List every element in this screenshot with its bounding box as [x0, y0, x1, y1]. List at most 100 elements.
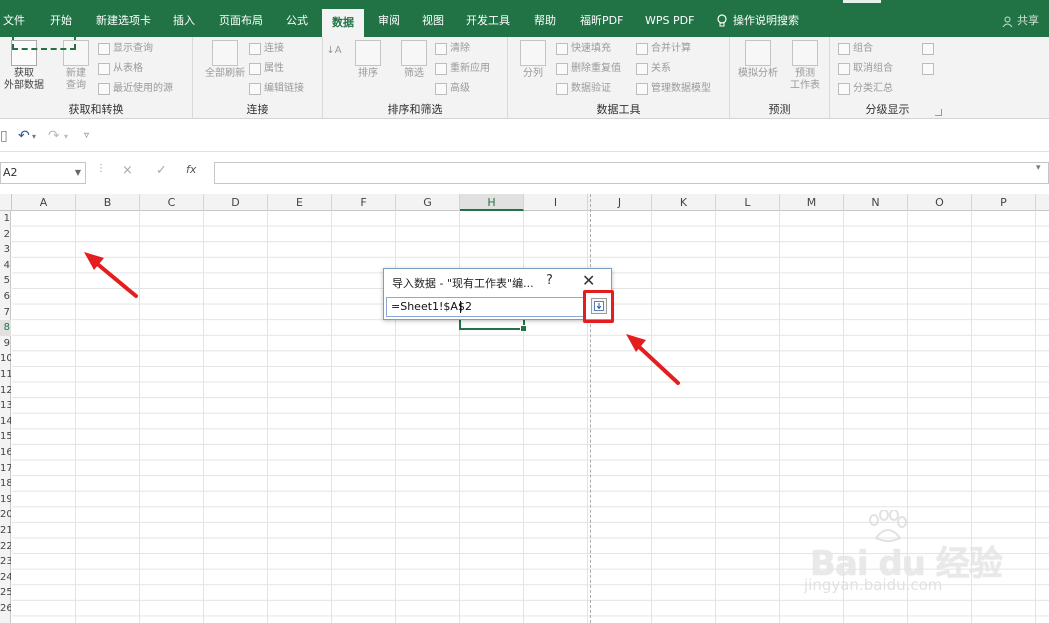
forecast-sheet-button[interactable]: 预测 工作表 [784, 40, 826, 92]
customize-qat-icon[interactable]: ▿ [84, 130, 89, 141]
row-header-22[interactable]: 22 [0, 539, 11, 555]
column-header-o[interactable]: O [908, 194, 972, 211]
row-header-23[interactable]: 23 [0, 554, 11, 570]
help-icon[interactable]: ? [546, 273, 553, 288]
what-if-analysis-button[interactable]: 模拟分析 [734, 40, 782, 80]
row-header-14[interactable]: 14 [0, 414, 11, 430]
column-header-c[interactable]: C [140, 194, 204, 211]
row-header-20[interactable]: 20 [0, 507, 11, 523]
undo-icon[interactable]: ↶ [18, 128, 30, 144]
redo-icon[interactable]: ↷ [48, 128, 60, 144]
column-header-n[interactable]: N [844, 194, 908, 211]
tab-tell-me[interactable]: 操作说明搜索 [717, 10, 799, 32]
share-button[interactable]: 共享 [1002, 10, 1039, 32]
reapply-button[interactable]: 重新应用 [435, 60, 490, 78]
row-header-25[interactable]: 25 [0, 585, 11, 601]
column-header-g[interactable]: G [396, 194, 460, 211]
column-header-e[interactable]: E [268, 194, 332, 211]
column-header-h[interactable]: H [460, 194, 524, 211]
reference-input[interactable]: =Sheet1!$A$2 [386, 297, 584, 317]
cancel-icon[interactable]: × [122, 163, 133, 178]
insert-function-icon[interactable]: fx [186, 163, 196, 176]
clear-button[interactable]: 清除 [435, 40, 470, 58]
column-header-f[interactable]: F [332, 194, 396, 211]
tab-file[interactable]: 文件 [3, 10, 25, 32]
chevron-down-icon[interactable]: ▼ [75, 163, 81, 183]
flash-fill-button[interactable]: 快速填充 [556, 40, 611, 58]
save-icon[interactable]: ▯ [0, 128, 8, 144]
show-queries-button[interactable]: 显示查询 [98, 40, 153, 58]
column-header-b[interactable]: B [76, 194, 140, 211]
expand-formula-bar-icon[interactable]: ▾ [1036, 163, 1041, 173]
row-header-10[interactable]: 10 [0, 351, 11, 367]
row-header-26[interactable]: 26 [0, 601, 11, 617]
dialog-launcher-icon[interactable] [935, 109, 942, 116]
column-header-a[interactable]: A [12, 194, 76, 211]
row-header-1[interactable]: 1 [0, 211, 11, 227]
enter-icon[interactable]: ✓ [156, 163, 167, 178]
redo-dropdown-icon[interactable]: ▾ [64, 132, 68, 141]
column-header-l[interactable]: L [716, 194, 780, 211]
edit-links-button[interactable]: 编辑链接 [249, 80, 304, 98]
row-header-21[interactable]: 21 [0, 523, 11, 539]
tab-insert[interactable]: 插入 [173, 10, 195, 32]
show-detail-button[interactable] [922, 40, 934, 58]
row-header-13[interactable]: 13 [0, 398, 11, 414]
tab-foxit-pdf[interactable]: 福昕PDF [580, 10, 623, 32]
copy-marquee-cell-a2[interactable] [12, 34, 76, 50]
tab-view[interactable]: 视图 [422, 10, 444, 32]
row-header-15[interactable]: 15 [0, 429, 11, 445]
refresh-all-button[interactable]: 全部刷新 [197, 40, 253, 80]
formula-input[interactable] [214, 162, 1049, 184]
data-validation-button[interactable]: 数据验证 [556, 80, 611, 98]
relationships-button[interactable]: 关系 [636, 60, 671, 78]
recent-sources-button[interactable]: 最近使用的源 [98, 80, 173, 98]
row-header-17[interactable]: 17 [0, 461, 11, 477]
row-header-8[interactable]: 8 [0, 320, 11, 336]
row-header-7[interactable]: 7 [0, 305, 11, 321]
sort-button[interactable]: 排序 [351, 40, 385, 80]
group-button[interactable]: 组合 [838, 40, 873, 58]
advanced-button[interactable]: 高级 [435, 80, 470, 98]
row-header-3[interactable]: 3 [0, 242, 11, 258]
connections-button[interactable]: 连接 [249, 40, 284, 58]
close-icon[interactable]: ✕ [582, 271, 595, 290]
row-header-18[interactable]: 18 [0, 476, 11, 492]
column-header-m[interactable]: M [780, 194, 844, 211]
tab-review[interactable]: 审阅 [378, 10, 400, 32]
column-header-j[interactable]: J [588, 194, 652, 211]
tab-developer[interactable]: 开发工具 [466, 10, 510, 32]
row-header-12[interactable]: 12 [0, 383, 11, 399]
text-to-columns-button[interactable]: 分列 [516, 40, 550, 80]
sort-ascending-button[interactable]: ↓A [325, 45, 343, 57]
row-header-2[interactable]: 2 [0, 227, 11, 243]
ungroup-button[interactable]: 取消组合 [838, 60, 893, 78]
from-table-button[interactable]: 从表格 [98, 60, 143, 78]
row-header-11[interactable]: 11 [0, 367, 11, 383]
select-all-corner[interactable] [0, 194, 12, 211]
hide-detail-button[interactable] [922, 60, 934, 78]
row-header-16[interactable]: 16 [0, 445, 11, 461]
tab-page-layout[interactable]: 页面布局 [219, 10, 263, 32]
tab-data[interactable]: 数据 [322, 9, 364, 37]
row-header-24[interactable]: 24 [0, 570, 11, 586]
manage-data-model-button[interactable]: 管理数据模型 [636, 80, 711, 98]
row-header-4[interactable]: 4 [0, 258, 11, 274]
row-header-19[interactable]: 19 [0, 492, 11, 508]
subtotal-button[interactable]: 分类汇总 [838, 80, 893, 98]
tab-wps-pdf[interactable]: WPS PDF [645, 10, 694, 32]
column-header-i[interactable]: I [524, 194, 588, 211]
properties-button[interactable]: 属性 [249, 60, 284, 78]
name-box[interactable]: A2 ▼ [0, 162, 86, 184]
column-header-k[interactable]: K [652, 194, 716, 211]
filter-button[interactable]: 筛选 [397, 40, 431, 80]
tab-help[interactable]: 帮助 [534, 10, 556, 32]
tab-home[interactable]: 开始 [50, 10, 72, 32]
row-header-9[interactable]: 9 [0, 336, 11, 352]
undo-dropdown-icon[interactable]: ▾ [32, 132, 36, 141]
consolidate-button[interactable]: 合并计算 [636, 40, 691, 58]
remove-duplicates-button[interactable]: 删除重复值 [556, 60, 621, 78]
row-header-6[interactable]: 6 [0, 289, 11, 305]
row-header-5[interactable]: 5 [0, 273, 11, 289]
column-header-p[interactable]: P [972, 194, 1036, 211]
